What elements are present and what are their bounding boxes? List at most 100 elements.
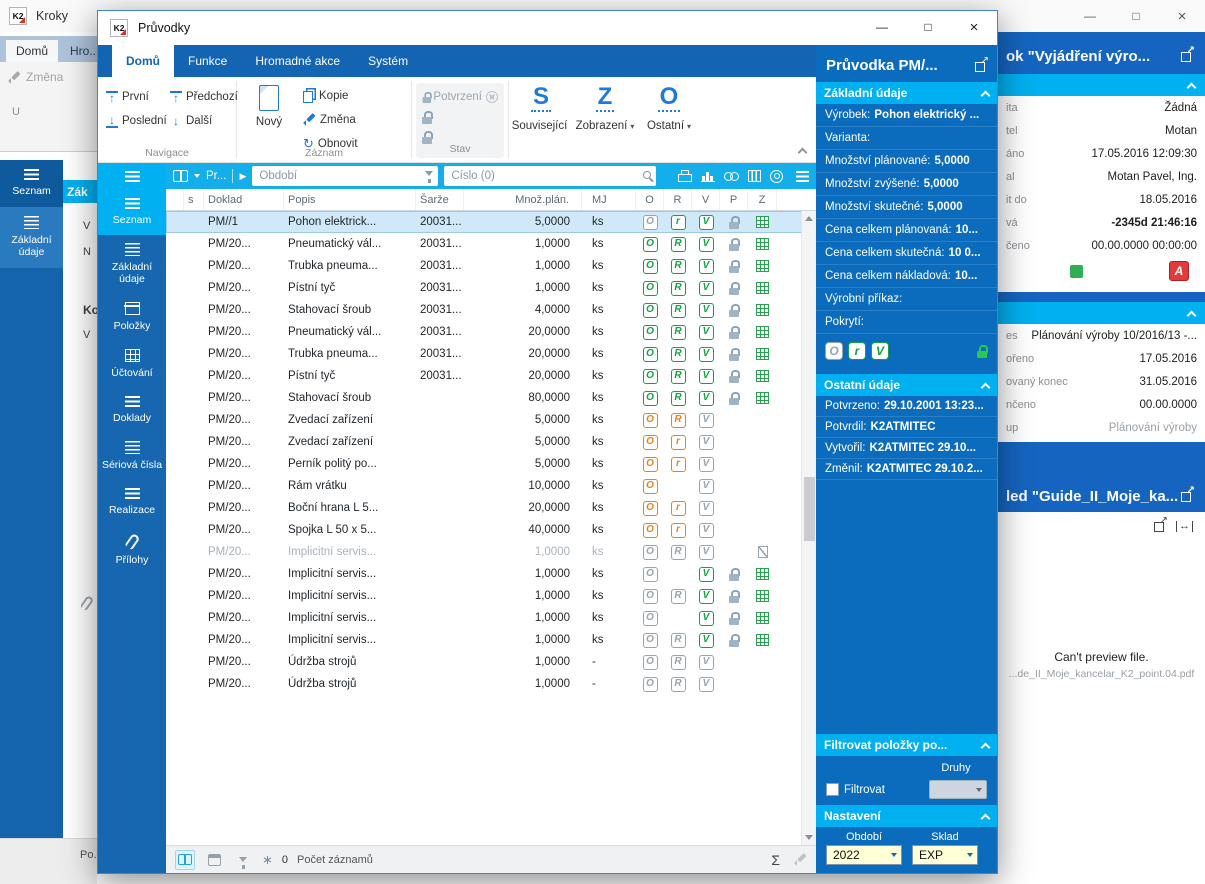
table-row[interactable]: PM/20... Údržba strojů 1,0000 - O R V	[166, 673, 816, 695]
open-in-window-icon[interactable]	[1181, 45, 1195, 62]
hamburger-icon[interactable]	[796, 170, 809, 182]
col-header-s[interactable]: s	[184, 189, 204, 210]
table-row[interactable]: PM/20... Spojka L 50 x 5... 40,0000 ks O…	[166, 519, 816, 541]
col-header-mj[interactable]: MJ	[582, 189, 636, 210]
ribbon-tab[interactable]: Systém	[354, 45, 422, 77]
filter-edit-button[interactable]	[233, 850, 253, 870]
bg-section-header[interactable]	[998, 302, 1205, 324]
scroll-up-icon[interactable]	[805, 216, 813, 221]
table-row[interactable]: PM/20... Údržba strojů 1,0000 - O R V	[166, 651, 816, 673]
snowflake-icon[interactable]: ∗	[262, 853, 273, 866]
open-in-window-icon[interactable]	[1181, 485, 1195, 502]
col-header-z[interactable]: Z	[748, 189, 777, 210]
col-header-o[interactable]: O	[636, 189, 664, 210]
col-header-popis[interactable]: Popis	[284, 189, 416, 210]
col-header-doklad[interactable]: Doklad	[204, 189, 284, 210]
last-button[interactable]: ↓ Poslední	[106, 114, 170, 128]
col-header-r[interactable]: R	[664, 189, 692, 210]
close-button[interactable]: ×	[951, 11, 997, 43]
scrollbar-thumb[interactable]	[804, 477, 815, 541]
table-row[interactable]: PM/20... Implicitní servis... 1,0000 ks …	[166, 585, 816, 607]
bg-sidebar-item[interactable]: Seznam	[0, 160, 63, 208]
ribbon-collapse-icon[interactable]	[797, 147, 808, 158]
minimize-button[interactable]: —	[1067, 0, 1113, 32]
filtrovat-checkbox[interactable]	[826, 783, 839, 796]
ribbon-big-button[interactable]: O Ostatní ▾	[637, 77, 701, 162]
copy-button[interactable]: Kopie	[303, 85, 358, 106]
table-row[interactable]: PM/20... Zvedací zařízení 5,0000 ks O R …	[166, 409, 816, 431]
book-view-toggle[interactable]	[175, 849, 195, 870]
vertical-scrollbar[interactable]	[801, 211, 816, 845]
open-in-window-icon[interactable]	[1154, 515, 1168, 532]
calendar-toggle[interactable]	[204, 850, 224, 870]
ribbon-tab[interactable]: Funkce	[174, 45, 241, 77]
col-header-mnoz-plan[interactable]: Množ.plán.	[464, 189, 582, 210]
dialog-titlebar[interactable]: K2 Průvodky — □ ×	[98, 11, 997, 45]
print-icon[interactable]	[678, 170, 692, 182]
table-row[interactable]: PM/20... Implicitní servis... 1,0000 ks …	[166, 541, 816, 563]
ribbon-big-button[interactable]: Z Zobrazení ▾	[573, 77, 637, 162]
table-row[interactable]: PM/20... Pneumatický vál... 20031... 1,0…	[166, 233, 816, 255]
sidebar-item[interactable]: Doklady	[98, 388, 166, 433]
next-button[interactable]: ↓ Další	[170, 115, 242, 128]
section-header-ostatni-udaje[interactable]: Ostatní údaje	[816, 374, 997, 396]
sidebar-item[interactable]: Sériová čísla	[98, 433, 166, 480]
table-row[interactable]: PM/20... Zvedací zařízení 5,0000 ks O r …	[166, 431, 816, 453]
table-row[interactable]: PM/20... Pístní tyč 20031... 1,0000 ks O…	[166, 277, 816, 299]
col-header-sarze[interactable]: Šarže	[416, 189, 464, 210]
table-row[interactable]: PM/20... Trubka pneuma... 20031... 1,000…	[166, 255, 816, 277]
table-row[interactable]: PM/20... Boční hrana L 5... 20,0000 ks O…	[166, 497, 816, 519]
alarm-icon[interactable]: A	[1169, 261, 1189, 281]
table-row[interactable]: PM//1 Pohon elektrick... 20031... 5,0000…	[166, 211, 816, 233]
table-row[interactable]: PM/20... Trubka pneuma... 20031... 20,00…	[166, 343, 816, 365]
sum-icon[interactable]: Σ	[771, 852, 780, 868]
period-combo[interactable]: 2022	[826, 845, 902, 865]
sidebar-item[interactable]: Položky	[98, 294, 166, 341]
section-header-nastaveni[interactable]: Nastavení	[816, 805, 997, 827]
section-header-zakladni-udaje[interactable]: Základní údaje	[816, 82, 997, 104]
table-row[interactable]: PM/20... Pneumatický vál... 20031... 20,…	[166, 321, 816, 343]
ribbon-tab[interactable]: Domů	[112, 45, 174, 77]
bg-ribbon-tab[interactable]: Domů	[6, 40, 59, 62]
table-row[interactable]: PM/20... Stahovací šroub 20031... 4,0000…	[166, 299, 816, 321]
chart-icon[interactable]	[701, 170, 715, 182]
sidebar-item[interactable]: Přílohy	[98, 526, 166, 575]
table-row[interactable]: PM/20... Perník politý po... 5,0000 ks O…	[166, 453, 816, 475]
table-row[interactable]: PM/20... Stahovací šroub 80,0000 ks O R …	[166, 387, 816, 409]
ribbon-tab[interactable]: Hromadné akce	[241, 45, 354, 77]
sidebar-item[interactable]: Účtování	[98, 341, 166, 388]
maximize-button[interactable]: □	[905, 11, 951, 43]
number-search-input[interactable]	[444, 166, 657, 186]
first-button[interactable]: ↑ První	[106, 90, 170, 104]
table-row[interactable]: PM/20... Implicitní servis... 1,0000 ks …	[166, 629, 816, 651]
sidebar-item[interactable]: Základní údaje	[98, 235, 166, 294]
fit-width-icon[interactable]: ↔	[1176, 520, 1193, 532]
table-row[interactable]: PM/20... Implicitní servis... 1,0000 ks …	[166, 563, 816, 585]
minimize-button[interactable]: —	[859, 11, 905, 43]
bg-ribbon-tab[interactable]: Hro...	[60, 40, 97, 62]
table-row[interactable]: PM/20... Implicitní servis... 1,0000 ks …	[166, 607, 816, 629]
scroll-down-icon[interactable]	[805, 835, 813, 840]
change-button[interactable]: Změna	[303, 109, 358, 130]
sidebar-menu-button[interactable]	[98, 163, 166, 190]
col-header-p[interactable]: P	[720, 189, 748, 210]
previous-button[interactable]: ↑ Předchozí	[170, 90, 242, 104]
bg-sidebar-item[interactable]: Základní údaje	[0, 207, 63, 269]
table-row[interactable]: PM/20... Rám vrátku 10,0000 ks O V	[166, 475, 816, 497]
gear-icon[interactable]	[770, 169, 783, 183]
close-button[interactable]: ×	[1159, 0, 1205, 32]
section-header-filtrovat[interactable]: Filtrovat položky po...	[816, 734, 997, 756]
view-name[interactable]: Pr...	[206, 170, 226, 182]
bg-section-header[interactable]	[998, 74, 1205, 96]
columns-icon[interactable]	[748, 170, 761, 182]
sidebar-item[interactable]: Seznam	[98, 190, 166, 236]
sidebar-item[interactable]: Realizace	[98, 480, 166, 525]
play-icon[interactable]: ▶	[239, 171, 246, 182]
maximize-button[interactable]: □	[1113, 0, 1159, 32]
open-in-window-icon[interactable]	[975, 55, 989, 72]
sklad-combo[interactable]: EXP	[912, 845, 978, 865]
period-filter-input[interactable]	[252, 166, 439, 186]
ribbon-big-button[interactable]: S Související	[509, 77, 573, 162]
chevron-down-icon[interactable]	[194, 174, 200, 178]
table-row[interactable]: PM/20... Pístní tyč 20031... 20,0000 ks …	[166, 365, 816, 387]
